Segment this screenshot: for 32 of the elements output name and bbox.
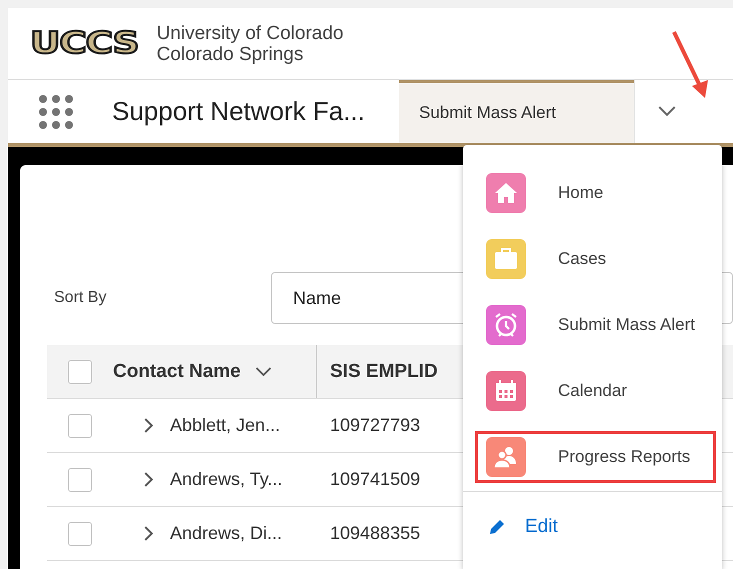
menu-item[interactable]: Home bbox=[475, 167, 716, 219]
menu-item[interactable]: Cases bbox=[475, 233, 716, 285]
sort-label: Sort By bbox=[54, 289, 108, 307]
menu-item[interactable]: Submit Mass Alert bbox=[475, 299, 716, 351]
column-header[interactable]: SIS EMPLID bbox=[330, 360, 438, 382]
select-all-checkbox[interactable] bbox=[68, 360, 92, 384]
nav-tab[interactable]: Submit Mass Alert bbox=[399, 80, 634, 143]
app-title: Support Network Fa... bbox=[112, 96, 366, 127]
table-cell: 109727793 bbox=[330, 415, 420, 435]
table-cell: Abblett, Jen... bbox=[170, 415, 280, 436]
chevron-right-icon[interactable] bbox=[144, 418, 153, 433]
university-name: University of Colorado bbox=[156, 22, 344, 44]
app-launcher-icon[interactable] bbox=[38, 94, 74, 130]
chevron-right-icon[interactable] bbox=[144, 472, 153, 487]
row-checkbox[interactable] bbox=[68, 468, 92, 492]
table-cell: Andrews, Di... bbox=[170, 523, 282, 544]
row-checkbox[interactable] bbox=[68, 522, 92, 546]
menu-item[interactable]: Progress Reports bbox=[475, 431, 716, 483]
column-header[interactable]: Contact Name bbox=[113, 360, 241, 382]
chevron-down-icon[interactable] bbox=[254, 366, 272, 376]
pencil-icon bbox=[487, 517, 507, 537]
chevron-right-icon[interactable] bbox=[144, 526, 153, 541]
annotation-arrow bbox=[670, 30, 710, 100]
university-name: Colorado Springs bbox=[156, 44, 304, 64]
row-checkbox[interactable] bbox=[68, 414, 92, 438]
logo: UCCS bbox=[30, 28, 138, 58]
chevron-down-icon bbox=[658, 106, 676, 117]
table-cell: 109741509 bbox=[330, 469, 420, 489]
table-cell: 109488355 bbox=[330, 523, 420, 543]
table-cell: Andrews, Ty... bbox=[170, 469, 282, 490]
menu-item[interactable]: Calendar bbox=[475, 365, 716, 417]
edit-button[interactable]: Edit bbox=[463, 492, 558, 538]
